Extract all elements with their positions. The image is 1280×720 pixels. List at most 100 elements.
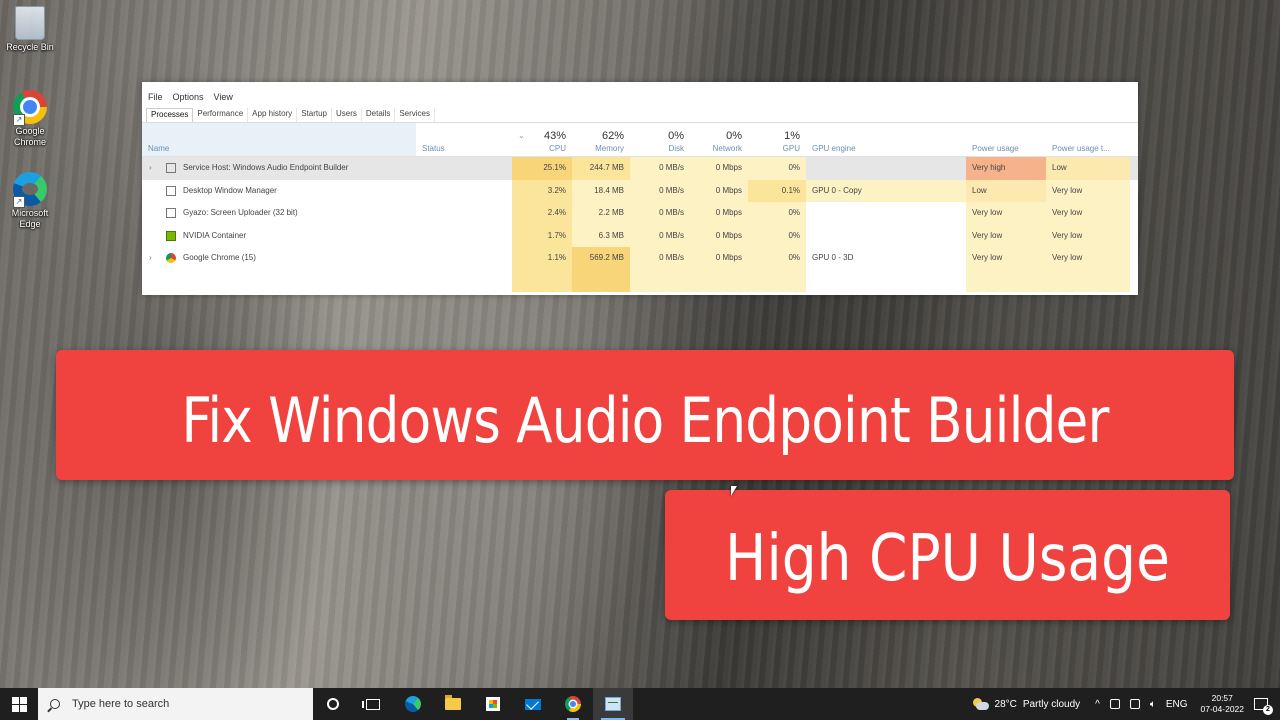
chevron-up-icon[interactable]: ^ xyxy=(1095,699,1100,710)
file-explorer-icon xyxy=(445,695,461,710)
notification-count-badge: 2 xyxy=(1263,705,1273,715)
taskbar: 28°C Partly cloudy ^ 🔈︎ ENG 20:57 07-04-… xyxy=(0,688,1280,720)
column-cpu[interactable]: 43% CPU xyxy=(512,123,572,156)
gpu-engine-cell xyxy=(812,225,962,248)
disk-cell: 0 MB/s xyxy=(630,157,690,180)
desktop-icon-recycle-bin[interactable]: Recycle Bin xyxy=(4,6,56,53)
column-power-usage-trend[interactable]: Power usage t... xyxy=(1046,123,1130,156)
table-row[interactable]: NVIDIA Container 1.7% 6.3 MB 0 MB/s 0 Mb… xyxy=(142,224,1138,248)
gpu-cell: 0% xyxy=(748,247,806,270)
meet-now-icon[interactable] xyxy=(1109,699,1120,709)
cortana-button[interactable] xyxy=(313,688,353,720)
desktop-icon-edge[interactable]: ↗ Microsoft Edge xyxy=(4,172,56,230)
store-icon xyxy=(486,697,500,711)
edge-icon xyxy=(405,696,421,712)
menu-options[interactable]: Options xyxy=(173,92,204,108)
chrome-icon: ↗ xyxy=(13,90,47,126)
title-line2: High CPU Usage xyxy=(725,522,1170,596)
process-name: NVIDIA Container xyxy=(183,230,247,240)
expand-chevron-icon[interactable]: › xyxy=(149,157,152,179)
chrome-icon xyxy=(166,253,176,263)
gpu-cell: 0% xyxy=(748,157,806,180)
mail-icon xyxy=(525,698,541,710)
tab-details[interactable]: Details xyxy=(362,108,396,122)
weather-temp: 28°C xyxy=(994,698,1017,710)
process-name: Gyazo: Screen Uploader (32 bit) xyxy=(183,208,298,217)
tab-app-history[interactable]: App history xyxy=(248,108,298,122)
taskbar-mail[interactable] xyxy=(513,688,553,720)
taskbar-store[interactable] xyxy=(473,688,513,720)
power-usage-cell: Very high xyxy=(966,157,1046,180)
title-banner-line1: Fix Windows Audio Endpoint Builder xyxy=(56,350,1234,480)
memory-cell: 569.2 MB xyxy=(572,247,630,270)
clock-date: 07-04-2022 xyxy=(1200,704,1244,714)
column-name[interactable]: Name xyxy=(142,123,416,156)
column-gpu-engine[interactable]: GPU engine xyxy=(806,123,966,156)
taskbar-chrome[interactable] xyxy=(553,688,593,720)
table-row[interactable]: Gyazo: Screen Uploader (32 bit) 2.4% 2.2… xyxy=(142,202,1138,225)
weather-widget[interactable]: 28°C Partly cloudy xyxy=(971,698,1081,710)
process-list: › Service Host: Windows Audio Endpoint B… xyxy=(142,157,1138,292)
taskbar-file-explorer[interactable] xyxy=(433,688,473,720)
notification-center-button[interactable]: 2 xyxy=(1254,698,1273,715)
shortcut-arrow-icon: ↗ xyxy=(13,114,25,126)
network-cell: 0 Mbps xyxy=(690,179,748,202)
disk-cell: 0 MB/s xyxy=(630,179,690,202)
weather-text: Partly cloudy xyxy=(1022,698,1081,710)
tab-performance[interactable]: Performance xyxy=(193,108,249,122)
tab-users[interactable]: Users xyxy=(332,108,362,122)
power-trend-cell: Very low xyxy=(1046,224,1130,247)
power-trend-cell: Low xyxy=(1046,157,1130,180)
process-icon xyxy=(166,185,176,196)
column-gpu[interactable]: 1% GPU xyxy=(748,123,806,156)
gpu-engine-cell: GPU 0 - 3D xyxy=(812,253,854,262)
tab-services[interactable]: Services xyxy=(395,108,436,122)
volume-icon[interactable]: 🔈︎ xyxy=(1150,699,1156,710)
title-line1: Fix Windows Audio Endpoint Builder xyxy=(181,384,1109,457)
column-memory[interactable]: 62% Memory xyxy=(572,123,630,156)
start-button[interactable] xyxy=(0,688,38,720)
menu-view[interactable]: View xyxy=(214,92,233,108)
table-row[interactable]: › Google Chrome (15) 1.1% 569.2 MB 0 MB/… xyxy=(142,247,1138,270)
taskbar-search[interactable] xyxy=(38,688,313,720)
column-disk[interactable]: 0% Disk xyxy=(630,123,690,156)
column-status[interactable]: Status xyxy=(416,123,516,156)
taskbar-edge[interactable] xyxy=(393,688,433,720)
process-icon xyxy=(166,208,176,218)
process-name: Google Chrome (15) xyxy=(183,253,256,262)
power-usage-cell: Very low xyxy=(966,202,1046,225)
search-icon xyxy=(50,699,60,709)
gpu-cell: 0% xyxy=(748,224,806,247)
gpu-engine-cell xyxy=(812,202,962,225)
table-row[interactable]: Desktop Window Manager 3.2% 18.4 MB 0 MB… xyxy=(142,179,1138,202)
expand-chevron-icon[interactable]: › xyxy=(149,247,152,269)
search-input[interactable] xyxy=(70,697,294,711)
column-network[interactable]: 0% Network xyxy=(690,123,748,156)
menu-bar: File Options View xyxy=(142,82,1138,108)
desktop-icon-label: Recycle Bin xyxy=(6,42,54,52)
table-row-partial xyxy=(142,269,1138,292)
network-icon[interactable] xyxy=(1129,699,1140,709)
shortcut-arrow-icon: ↗ xyxy=(13,196,25,208)
task-view-button[interactable] xyxy=(353,688,393,720)
power-usage-cell: Very low xyxy=(966,247,1046,270)
column-power-usage[interactable]: Power usage xyxy=(966,123,1046,156)
disk-cell: 0 MB/s xyxy=(630,224,690,247)
power-trend-cell: Very low xyxy=(1046,247,1130,270)
power-usage-cell: Very low xyxy=(966,224,1046,247)
network-cell: 0 Mbps xyxy=(690,202,748,225)
table-row[interactable]: › Service Host: Windows Audio Endpoint B… xyxy=(142,157,1138,180)
tab-startup[interactable]: Startup xyxy=(297,108,332,122)
menu-file[interactable]: File xyxy=(148,92,163,108)
desktop-icon-chrome[interactable]: ↗ Google Chrome xyxy=(4,90,56,148)
task-view-icon xyxy=(362,698,380,710)
taskbar-task-manager[interactable] xyxy=(593,688,633,720)
tab-processes[interactable]: Processes xyxy=(146,108,194,122)
network-cell: 0 Mbps xyxy=(690,224,748,247)
power-trend-cell: Very low xyxy=(1046,179,1130,202)
chrome-icon xyxy=(565,696,581,712)
clock[interactable]: 20:57 07-04-2022 xyxy=(1201,693,1244,715)
cpu-cell: 1.1% xyxy=(512,247,572,270)
nvidia-icon xyxy=(166,230,176,241)
language-indicator[interactable]: ENG xyxy=(1166,699,1188,710)
